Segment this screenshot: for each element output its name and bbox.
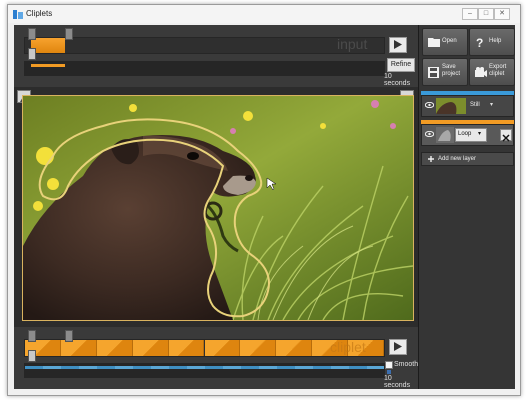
add-new-layer-button[interactable]: Add new layer bbox=[421, 152, 514, 166]
layer-thumbnail bbox=[436, 127, 454, 143]
cliplet-loop-indicator bbox=[25, 366, 384, 369]
marmot-video-image bbox=[23, 96, 413, 320]
eye-icon[interactable] bbox=[425, 131, 434, 137]
chevron-down-icon: ▾ bbox=[478, 131, 482, 137]
input-range-indicator bbox=[31, 64, 65, 67]
minimize-button[interactable]: – bbox=[462, 8, 478, 20]
app-window: Cliplets – □ ✕ input Refine 10 seconds c… bbox=[7, 4, 521, 396]
cliplet-play-button[interactable] bbox=[389, 339, 407, 355]
input-duration: 10 seconds bbox=[384, 73, 411, 87]
input-track-label: input bbox=[337, 36, 368, 52]
cliplet-duration: 10 seconds bbox=[384, 375, 411, 389]
layer-thumbnail bbox=[436, 98, 466, 114]
input-selection-range[interactable] bbox=[31, 38, 65, 53]
close-icon bbox=[502, 134, 510, 142]
cliplet-timeline-track[interactable]: cliplet bbox=[24, 339, 385, 357]
title-bar[interactable]: Cliplets – □ ✕ bbox=[8, 5, 520, 23]
video-area bbox=[14, 87, 418, 327]
app-icon bbox=[13, 10, 23, 19]
cliplet-range-start-handle[interactable] bbox=[28, 330, 36, 342]
film-icon bbox=[475, 67, 487, 77]
cliplet-segment bbox=[240, 340, 277, 356]
save-project-button[interactable]: Save project bbox=[422, 58, 468, 86]
cliplet-segment bbox=[204, 340, 241, 356]
cliplet-segment bbox=[168, 340, 205, 356]
play-icon bbox=[394, 342, 402, 351]
sidebar: Open ? Help Save project Export cliplet St… bbox=[418, 25, 515, 389]
cliplet-range-end-handle[interactable] bbox=[65, 330, 73, 342]
cliplet-waveform-track bbox=[24, 363, 385, 378]
export-cliplet-button[interactable]: Export cliplet bbox=[469, 58, 515, 86]
editor-pane: input Refine 10 seconds cliplet Smooth 1… bbox=[14, 25, 418, 389]
cliplet-segment bbox=[96, 340, 133, 356]
floppy-icon bbox=[428, 67, 439, 78]
chevron-down-icon[interactable]: ▾ bbox=[490, 101, 493, 108]
input-timeline-track[interactable]: input bbox=[24, 36, 385, 54]
cliplet-segment bbox=[60, 340, 97, 356]
play-icon bbox=[394, 40, 402, 49]
open-button[interactable]: Open bbox=[422, 28, 468, 56]
cliplet-track-label: cliplet bbox=[330, 339, 366, 355]
blend-mode-dropdown[interactable]: Loop ▾ bbox=[455, 128, 487, 142]
delete-layer-button[interactable] bbox=[500, 129, 512, 142]
video-frame[interactable] bbox=[22, 95, 414, 321]
layer-item-loop[interactable]: Loop ▾ bbox=[421, 124, 514, 146]
help-button[interactable]: ? Help bbox=[469, 28, 515, 56]
question-icon: ? bbox=[476, 37, 483, 48]
smooth-label: Smooth bbox=[394, 361, 419, 368]
plus-icon bbox=[428, 156, 434, 162]
input-waveform-track bbox=[24, 61, 385, 76]
refine-button[interactable]: Refine bbox=[387, 58, 415, 72]
input-play-button[interactable] bbox=[389, 37, 407, 53]
maximize-button[interactable]: □ bbox=[478, 8, 494, 20]
layer-name: Still bbox=[470, 102, 480, 108]
svg-text:?: ? bbox=[476, 37, 483, 48]
input-playhead-handle[interactable] bbox=[28, 48, 36, 60]
cliplet-segment bbox=[132, 340, 169, 356]
folder-icon bbox=[428, 38, 440, 47]
input-range-end-handle[interactable] bbox=[65, 28, 73, 40]
cliplet-timeline-panel: cliplet Smooth 10 seconds bbox=[14, 327, 418, 389]
smooth-checkbox[interactable] bbox=[385, 361, 393, 374]
window-title: Cliplets bbox=[26, 9, 53, 18]
cliplet-segment bbox=[276, 340, 313, 356]
input-timeline-panel: input Refine 10 seconds bbox=[14, 25, 418, 87]
close-window-button[interactable]: ✕ bbox=[494, 8, 510, 20]
layer-item-still[interactable]: Still ▾ bbox=[421, 95, 514, 117]
eye-icon[interactable] bbox=[425, 102, 434, 108]
cliplet-playhead-handle[interactable] bbox=[28, 350, 36, 362]
input-range-start-handle[interactable] bbox=[28, 28, 36, 40]
client-area: input Refine 10 seconds cliplet Smooth 1… bbox=[14, 25, 515, 389]
